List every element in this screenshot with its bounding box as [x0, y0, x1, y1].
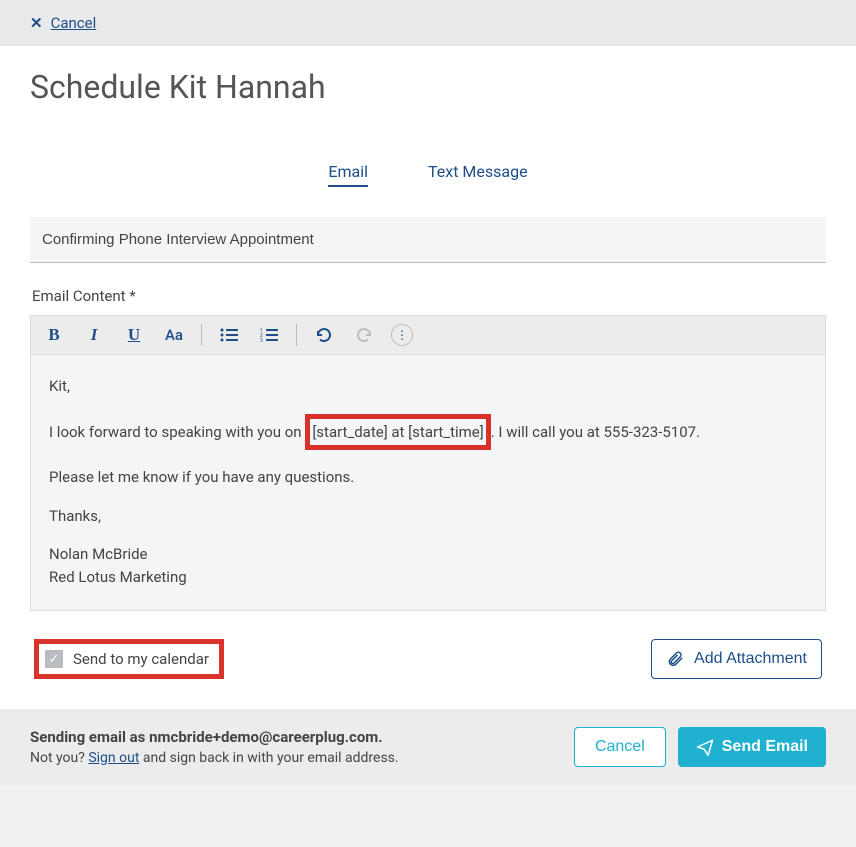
not-you-text: Not you? Sign out and sign back in with … — [30, 750, 399, 766]
tabs: Email Text Message — [0, 132, 856, 197]
editor-toolbar: B I U Aa 1 2 3 — [30, 315, 826, 355]
bullet-list-icon — [220, 328, 238, 342]
add-attachment-button[interactable]: Add Attachment — [651, 639, 822, 679]
email-greeting: Kit, — [49, 375, 807, 398]
undo-icon — [314, 325, 334, 345]
top-bar: ✕ Cancel — [0, 0, 856, 46]
form-content: Email Content * B I U Aa 1 2 3 — [0, 197, 856, 709]
footer-info: Sending email as nmcbride+demo@careerplu… — [30, 728, 399, 766]
tab-text-message[interactable]: Text Message — [428, 162, 528, 187]
not-you-rest: and sign back in with your email address… — [139, 750, 398, 766]
send-icon — [696, 738, 714, 756]
email-content-label: Email Content * — [32, 287, 826, 305]
close-icon[interactable]: ✕ — [30, 14, 43, 32]
main-card: Schedule Kit Hannah — [0, 46, 856, 132]
sign-out-link[interactable]: Sign out — [88, 750, 139, 766]
more-options-button[interactable]: ⋮ — [391, 324, 413, 346]
footer-actions: Cancel Send Email — [574, 727, 826, 767]
cancel-link[interactable]: Cancel — [51, 14, 97, 32]
send-email-button[interactable]: Send Email — [678, 727, 826, 767]
checkbox-icon: ✓ — [45, 650, 63, 668]
undo-button[interactable] — [311, 322, 337, 348]
page-title: Schedule Kit Hannah — [0, 46, 856, 132]
email-line2: Please let me know if you have any quest… — [49, 466, 807, 489]
cancel-button[interactable]: Cancel — [574, 727, 666, 767]
redo-button[interactable] — [351, 322, 377, 348]
checkbox-label: Send to my calendar — [73, 650, 209, 668]
add-attachment-label: Add Attachment — [694, 650, 807, 668]
email-editor[interactable]: Kit, I look forward to speaking with you… — [30, 355, 826, 611]
email-sig-company: Red Lotus Marketing — [49, 566, 807, 589]
toolbar-separator — [201, 324, 202, 346]
italic-button[interactable]: I — [81, 322, 107, 348]
template-token-highlight: [start_date] at [start_time] — [305, 414, 490, 451]
not-you-prefix: Not you? — [30, 750, 88, 766]
sending-as-text: Sending email as nmcbride+demo@careerplu… — [30, 728, 399, 746]
tab-email[interactable]: Email — [328, 162, 368, 187]
number-list-icon: 1 2 3 — [260, 328, 278, 342]
email-line1: I look forward to speaking with you on [… — [49, 414, 807, 451]
footer: Sending email as nmcbride+demo@careerplu… — [0, 709, 856, 785]
toolbar-separator — [296, 324, 297, 346]
number-list-button[interactable]: 1 2 3 — [256, 322, 282, 348]
svg-text:3: 3 — [260, 338, 263, 342]
redo-icon — [354, 325, 374, 345]
email-sig-name: Nolan McBride — [49, 543, 807, 566]
paperclip-icon — [666, 650, 684, 668]
underline-button[interactable]: U — [121, 322, 147, 348]
below-editor-row: ✓ Send to my calendar Add Attachment — [30, 611, 826, 689]
send-calendar-checkbox[interactable]: ✓ Send to my calendar — [34, 639, 224, 679]
email-line1-post: . I will call you at 555-323-5107. — [491, 423, 700, 441]
email-line1-pre: I look forward to speaking with you on — [49, 423, 305, 441]
send-email-label: Send Email — [722, 738, 808, 756]
email-thanks: Thanks, — [49, 505, 807, 528]
bullet-list-button[interactable] — [216, 322, 242, 348]
bold-button[interactable]: B — [41, 322, 67, 348]
text-style-button[interactable]: Aa — [161, 322, 187, 348]
subject-input[interactable] — [30, 217, 826, 263]
